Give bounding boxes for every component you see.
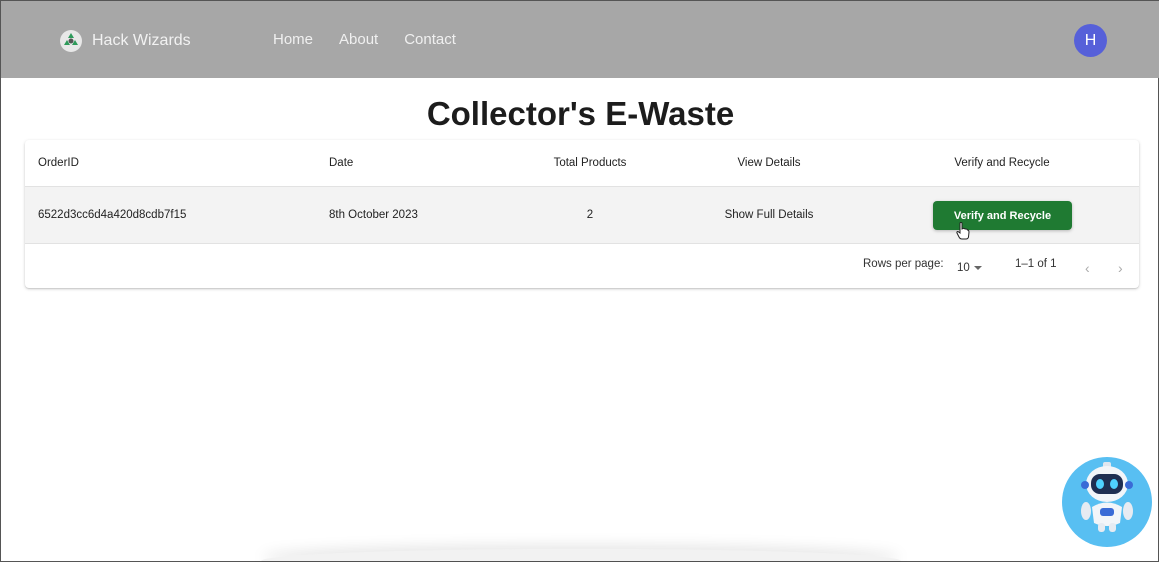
table-pagination: Rows per page: 10 1–1 of 1 ‹ ›: [25, 244, 1139, 288]
header-date: Date: [329, 157, 354, 169]
header-total-products: Total Products: [553, 157, 627, 169]
robot-icon: [1081, 462, 1133, 532]
table-header: OrderID Date Total Products View Details…: [25, 140, 1139, 187]
rows-per-page-select[interactable]: 10: [957, 262, 982, 274]
hand-cursor-icon: [956, 222, 970, 240]
page-title: Collector's E-Waste: [426, 95, 735, 132]
nav-links: Home About Contact: [273, 31, 456, 48]
show-full-details-link[interactable]: Show Full Details: [725, 209, 814, 221]
header-order-id: OrderID: [38, 157, 79, 169]
header-verify-recycle: Verify and Recycle: [954, 157, 1050, 169]
nav-link-contact[interactable]: Contact: [404, 31, 456, 48]
nav-link-home[interactable]: Home: [273, 31, 313, 48]
bottom-shadow: [261, 549, 901, 562]
pagination-range: 1–1 of 1: [1015, 258, 1057, 270]
brand[interactable]: Hack Wizards: [59, 28, 191, 54]
chevron-right-icon[interactable]: ›: [1118, 260, 1123, 276]
chevron-down-icon: [973, 266, 982, 270]
top-navbar: Hack Wizards Home About Contact H: [1, 1, 1159, 78]
cell-date: 8th October 2023: [329, 209, 418, 221]
cell-total-products: 2: [586, 209, 594, 221]
rows-per-page-value: 10: [957, 262, 970, 274]
brand-name: Hack Wizards: [92, 32, 191, 49]
table-row: 6522d3cc6d4a420d8cdb7f15 8th October 202…: [25, 187, 1139, 244]
recycle-logo-icon: [60, 30, 82, 52]
cell-order-id: 6522d3cc6d4a420d8cdb7f15: [38, 209, 187, 221]
rows-per-page-label: Rows per page:: [863, 258, 944, 270]
chatbot-button[interactable]: [1062, 457, 1152, 547]
chevron-left-icon[interactable]: ‹: [1085, 260, 1090, 276]
user-avatar[interactable]: H: [1074, 24, 1107, 57]
nav-link-about[interactable]: About: [339, 31, 378, 48]
orders-table: OrderID Date Total Products View Details…: [25, 140, 1139, 288]
verify-and-recycle-button[interactable]: Verify and Recycle: [933, 201, 1072, 230]
header-view-details: View Details: [737, 157, 801, 169]
